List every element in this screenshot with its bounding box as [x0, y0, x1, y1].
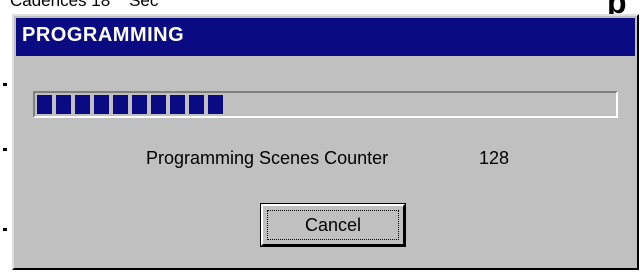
background-edge-mark — [3, 148, 7, 151]
programming-progress-bar — [33, 91, 618, 118]
progress-block — [94, 95, 109, 114]
progress-fill — [37, 95, 223, 114]
progress-block — [113, 95, 128, 114]
cancel-button[interactable]: Cancel — [260, 203, 406, 247]
background-window-edge — [0, 18, 12, 274]
cancel-button-label: Cancel — [304, 214, 362, 235]
progress-block — [75, 95, 90, 114]
cancel-focus-rect: Cancel — [267, 210, 399, 240]
programming-dialog: PROGRAMMING Programming Scenes Counter 1… — [12, 14, 639, 270]
dialog-title-bar[interactable]: PROGRAMMING — [16, 18, 635, 56]
scenes-counter-label: Programming Scenes Counter — [146, 148, 389, 168]
progress-block — [189, 95, 204, 114]
progress-block — [56, 95, 71, 114]
scenes-counter-value: 128 — [479, 148, 510, 168]
background-edge-mark — [3, 228, 7, 231]
progress-block — [170, 95, 185, 114]
progress-block — [208, 95, 223, 114]
background-edge-mark — [3, 83, 7, 86]
progress-block — [132, 95, 147, 114]
dialog-title: PROGRAMMING — [22, 24, 185, 46]
background-window-text: Cadences 18 Sec — [10, 0, 159, 10]
progress-block — [37, 95, 52, 114]
progress-block — [151, 95, 166, 114]
